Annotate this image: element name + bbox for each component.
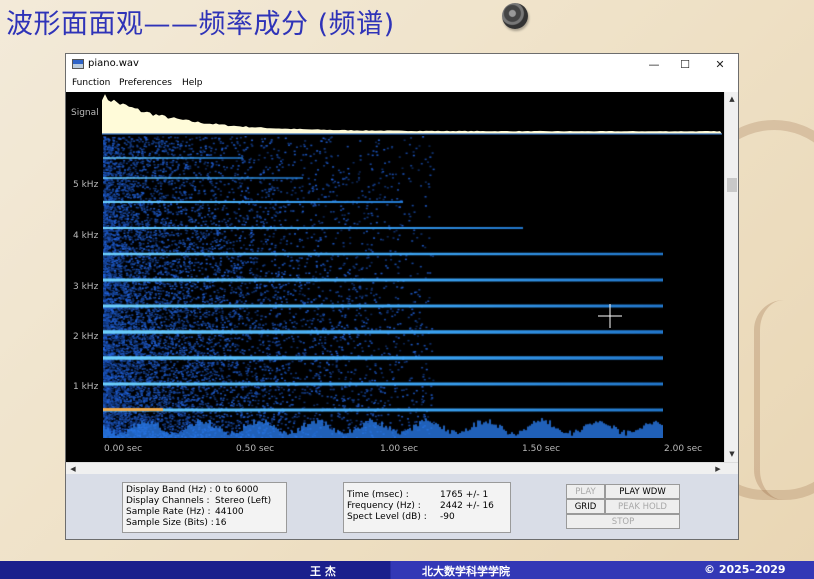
vertical-scroll-thumb[interactable] [727,178,737,192]
footer-school: 北大数学科学学院 [422,565,510,578]
horizontal-scrollbar[interactable]: ◀ ▶ [66,462,738,474]
spectrogram-window: piano.wav — ☐ ✕ Function Preferences Hel… [65,53,739,540]
cursor-label: Spect Level (dB) : [347,512,427,522]
info-label: Sample Rate (Hz) : [126,507,211,517]
minimize-button[interactable]: — [639,56,669,74]
info-label: Display Band (Hz) : [126,485,213,495]
close-button[interactable]: ✕ [705,56,735,74]
peak-hold-button[interactable]: PEAK HOLD [605,499,680,514]
x-label-100: 1.00 sec [380,444,419,454]
info-value: 16 [215,518,227,528]
play-window-button[interactable]: PLAY WDW [605,484,680,499]
spectrogram-plot[interactable]: Signal 5 kHz 4 kHz 3 kHz 2 kHz 1 kHz 0.0… [66,92,724,462]
menu-help[interactable]: Help [182,78,203,88]
cursor-label: Frequency (Hz) : [347,501,421,511]
background-violin-decoration-2 [754,300,814,500]
spectrogram-image [103,136,663,438]
footer-author: 王 杰 [310,565,336,578]
cursor-label: Time (msec) : [347,490,409,500]
y-label-2khz: 2 kHz [73,332,99,342]
menubar: Function Preferences Help [66,76,738,92]
maximize-button[interactable]: ☐ [670,56,700,74]
window-titlebar[interactable]: piano.wav — ☐ ✕ [66,54,738,76]
y-label-5khz: 5 kHz [73,180,99,190]
x-label-150: 1.50 sec [522,444,561,454]
status-panel: Display Band (Hz) : 0 to 6000 Display Ch… [66,474,738,539]
speaker-icon[interactable] [502,3,528,29]
y-label-4khz: 4 kHz [73,231,99,241]
info-value: 0 to 6000 [215,485,259,495]
app-icon [72,59,84,69]
info-label: Display Channels : [126,496,210,506]
window-title: piano.wav [88,58,139,69]
info-value: 44100 [215,507,244,517]
slide-title: 波形面面观——频率成分 (频谱) [6,9,395,40]
cursor-info-box: Time (msec) : 1765 +/- 1 Frequency (Hz) … [343,482,511,533]
info-value: Stereo (Left) [215,496,272,506]
stop-button[interactable]: STOP [566,514,680,529]
play-button[interactable]: PLAY [566,484,605,499]
scroll-up-icon[interactable]: ▲ [726,93,738,105]
waveform-display [102,94,722,135]
menu-function[interactable]: Function [72,78,110,88]
y-label-3khz: 3 kHz [73,282,99,292]
x-label-0: 0.00 sec [104,444,143,454]
x-label-200: 2.00 sec [664,444,703,454]
vertical-scrollbar[interactable]: ▲ ▼ [724,92,738,462]
footer-copyright: © 2025–2029 [704,563,786,576]
cursor-value: -90 [440,512,455,522]
info-label: Sample Size (Bits) : [126,518,214,528]
menu-preferences[interactable]: Preferences [119,78,172,88]
display-info-box: Display Band (Hz) : 0 to 6000 Display Ch… [122,482,287,533]
slide-footer: 王 杰 北大数学科学学院 © 2025–2029 [0,561,814,579]
signal-label: Signal [71,108,99,118]
scroll-down-icon[interactable]: ▼ [726,448,738,460]
crosshair-cursor [598,304,622,328]
waveform-envelope [102,94,722,134]
grid-button[interactable]: GRID [566,499,605,514]
y-label-1khz: 1 kHz [73,382,99,392]
cursor-value: 2442 +/- 16 [440,501,494,511]
x-label-050: 0.50 sec [236,444,275,454]
cursor-value: 1765 +/- 1 [440,490,489,500]
